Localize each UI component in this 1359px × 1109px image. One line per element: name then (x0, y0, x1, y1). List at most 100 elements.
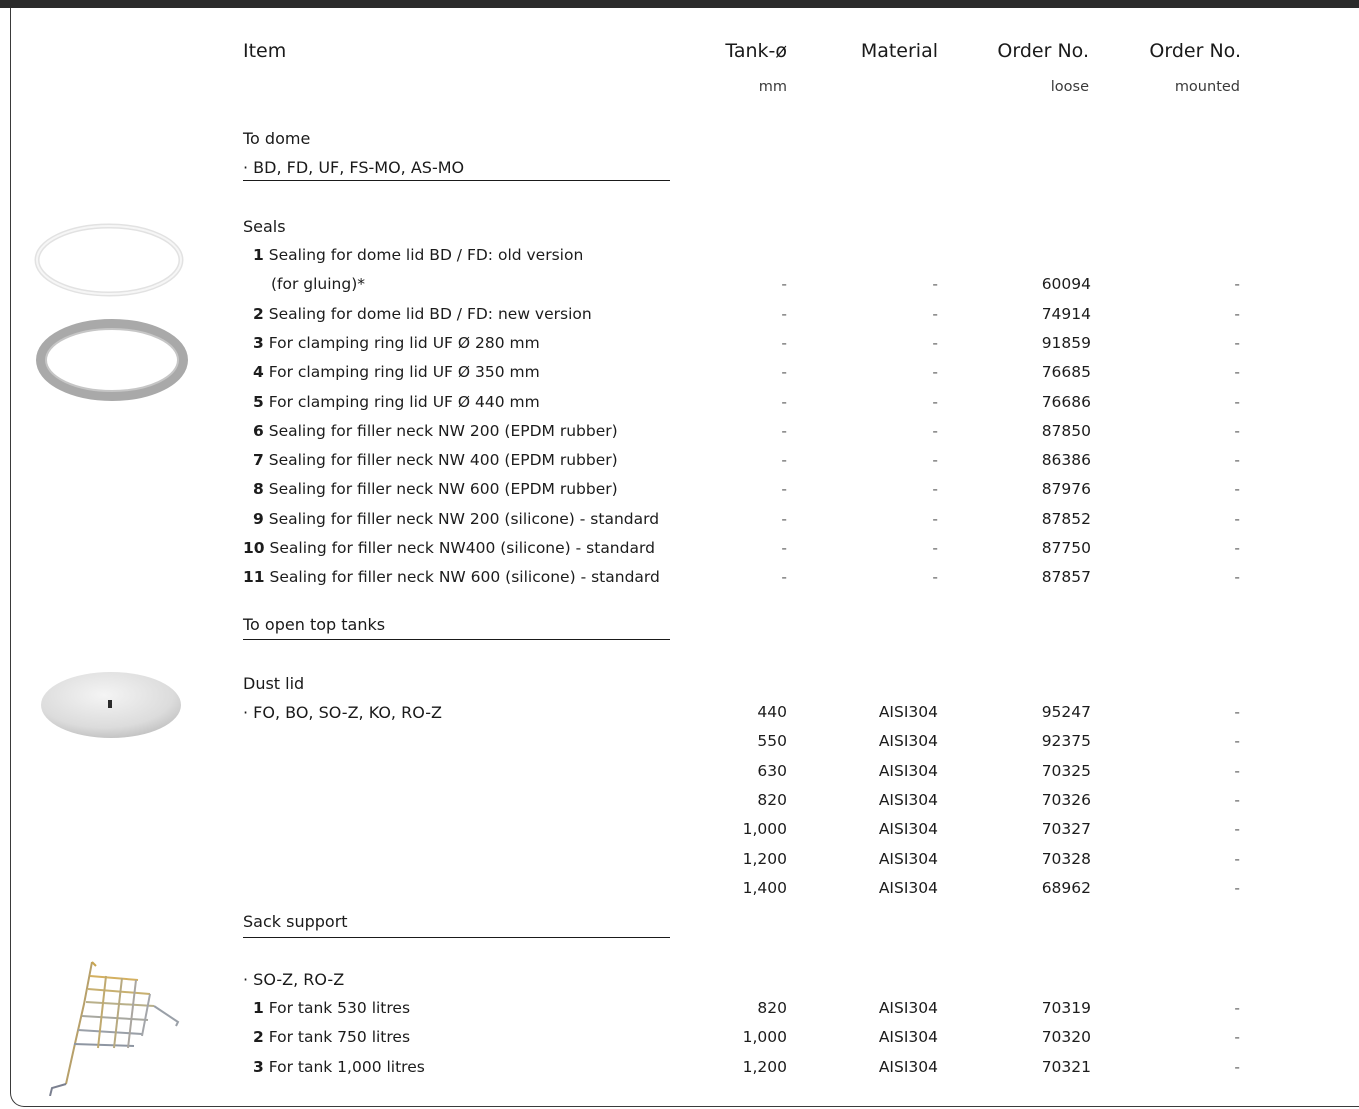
tank-diameter-cell: 1,200 (742, 1057, 787, 1076)
order-loose-cell: 87857 (1041, 568, 1091, 587)
table-row: 5 For clamping ring lid UF Ø 440 mm - - 766… (0, 393, 1359, 415)
item-description: 2 For tank 750 litres (253, 1028, 410, 1046)
item-description: 2 Sealing for dome lid BD / FD: new vers… (253, 305, 592, 323)
tank-diameter-cell: 1,000 (742, 1028, 787, 1047)
item-text: Sealing for dome lid BD / FD: new versio… (268, 304, 592, 323)
item-number: 4 (253, 363, 264, 382)
order-mounted-cell: - (1234, 1028, 1240, 1047)
material-cell: - (932, 363, 938, 382)
section-title-dome: To dome (243, 129, 311, 148)
order-loose-cell: 76685 (1041, 363, 1091, 382)
order-loose-cell: 86386 (1041, 451, 1091, 470)
item-text: For clamping ring lid UF Ø 350 mm (268, 363, 540, 382)
item-description: 11 Sealing for filler neck NW 600 (silic… (243, 568, 660, 586)
dome-types: · BD, FD, UF, FS-MO, AS-MO (243, 158, 465, 177)
item-text: Sealing for filler neck NW 600 (silicone… (269, 568, 660, 587)
order-mounted-cell: - (1234, 703, 1240, 721)
item-number: 5 (253, 392, 264, 411)
item-description: 9 Sealing for filler neck NW 200 (silico… (253, 510, 659, 528)
material-cell: - (932, 304, 938, 323)
item-number: 8 (253, 480, 264, 499)
tank-diameter-cell: - (781, 509, 787, 528)
header-order-mounted: Order No. (1149, 40, 1241, 62)
tank-diameter-cell: - (781, 275, 787, 294)
tank-diameter-cell: 1,400 (742, 878, 787, 897)
material-cell: - (932, 421, 938, 440)
item-text: Sealing for dome lid BD / FD: old versio… (268, 246, 584, 264)
order-mounted-cell: - (1234, 999, 1240, 1017)
order-mounted-cell: - (1234, 392, 1240, 411)
table-row: 630 AISI304 70325 - (0, 762, 1359, 784)
table-row: 9 Sealing for filler neck NW 200 (silico… (0, 510, 1359, 532)
material-cell: AISI304 (878, 761, 938, 780)
section-rule (243, 180, 670, 181)
sack-support-image (49, 961, 180, 1096)
item-text: Sealing for filler neck NW 400 (EPDM rub… (268, 451, 618, 470)
table-row: 820 AISI304 70326 - (0, 791, 1359, 813)
item-text: For tank 1,000 litres (268, 1057, 425, 1076)
item-text: For clamping ring lid UF Ø 440 mm (268, 392, 540, 411)
item-number: 1 (253, 999, 264, 1017)
material-cell: - (932, 480, 938, 499)
table-row: 8 Sealing for filler neck NW 600 (EPDM r… (0, 480, 1359, 502)
order-mounted-cell: - (1234, 480, 1240, 499)
table-row: 2 For tank 750 litres 1,000 AISI304 70320 - (0, 1028, 1359, 1050)
item-number: 10 (243, 539, 265, 557)
order-loose-cell: 87976 (1041, 480, 1091, 499)
tank-diameter-cell: 1,200 (742, 849, 787, 868)
table-row: 1 Sealing for dome lid BD / FD: old vers… (0, 246, 1359, 268)
material-cell: - (932, 392, 938, 411)
item-description: 6 Sealing for filler neck NW 200 (EPDM r… (253, 422, 618, 440)
item-description: 1 Sealing for dome lid BD / FD: old vers… (253, 246, 583, 264)
order-mounted-cell: - (1234, 878, 1240, 897)
order-mounted-cell: - (1234, 509, 1240, 528)
table-row: 1,000 AISI304 70327 - (0, 820, 1359, 842)
tank-diameter-cell: 630 (757, 761, 787, 780)
top-bar (0, 0, 1359, 8)
header-tank-unit: mm (758, 79, 787, 95)
material-cell: AISI304 (878, 1028, 938, 1047)
item-text: Sealing for filler neck NW400 (silicone)… (269, 539, 655, 557)
item-number: 1 (253, 246, 264, 264)
order-mounted-cell: - (1234, 451, 1240, 470)
tank-diameter-cell: - (781, 392, 787, 411)
order-loose-cell: 68962 (1041, 878, 1091, 897)
order-mounted-cell: - (1234, 761, 1240, 780)
item-number: 11 (243, 568, 265, 587)
order-loose-cell: 76686 (1041, 392, 1091, 411)
table-row: 3 For clamping ring lid UF Ø 280 mm - - 918… (0, 334, 1359, 356)
order-loose-cell: 87852 (1041, 509, 1091, 528)
tank-diameter-cell: - (781, 480, 787, 499)
white-seal-ring-image (34, 223, 184, 297)
item-description: 7 Sealing for filler neck NW 400 (EPDM r… (253, 451, 618, 469)
item-description: 10 Sealing for filler neck NW400 (silico… (243, 539, 655, 557)
order-loose-cell: 70327 (1041, 820, 1091, 839)
header-order-loose: Order No. (997, 40, 1089, 62)
dust-lid-image (41, 672, 181, 738)
material-cell: AISI304 (878, 703, 938, 721)
order-loose-cell: 70321 (1041, 1057, 1091, 1076)
table-row: 6 Sealing for filler neck NW 200 (EPDM r… (0, 422, 1359, 444)
item-number: 3 (253, 1057, 264, 1076)
tank-diameter-cell: - (781, 304, 787, 323)
order-loose-cell: 70319 (1041, 999, 1091, 1017)
table-row: 3 For tank 1,000 litres 1,200 AISI304 70321… (0, 1058, 1359, 1080)
order-mounted-cell: - (1234, 790, 1240, 809)
material-cell: - (932, 568, 938, 587)
item-text: For tank 750 litres (268, 1028, 411, 1047)
material-cell: - (932, 451, 938, 470)
tank-diameter-cell: - (781, 539, 787, 557)
item-number: 2 (253, 304, 264, 323)
item-text: Sealing for filler neck NW 600 (EPDM rub… (268, 480, 618, 499)
material-cell: AISI304 (878, 849, 938, 868)
table-row: 7 Sealing for filler neck NW 400 (EPDM r… (0, 451, 1359, 473)
material-cell: - (932, 539, 938, 557)
table-row: 2 Sealing for dome lid BD / FD: new vers… (0, 305, 1359, 327)
table-row: 1,400 AISI304 68962 - (0, 879, 1359, 901)
order-mounted-cell: - (1234, 333, 1240, 352)
material-cell: AISI304 (878, 790, 938, 809)
tank-diameter-cell: 1,000 (742, 820, 787, 839)
header-loose-sub: loose (1050, 79, 1089, 95)
grey-seal-ring-image (36, 319, 188, 401)
item-number: 7 (253, 451, 264, 470)
